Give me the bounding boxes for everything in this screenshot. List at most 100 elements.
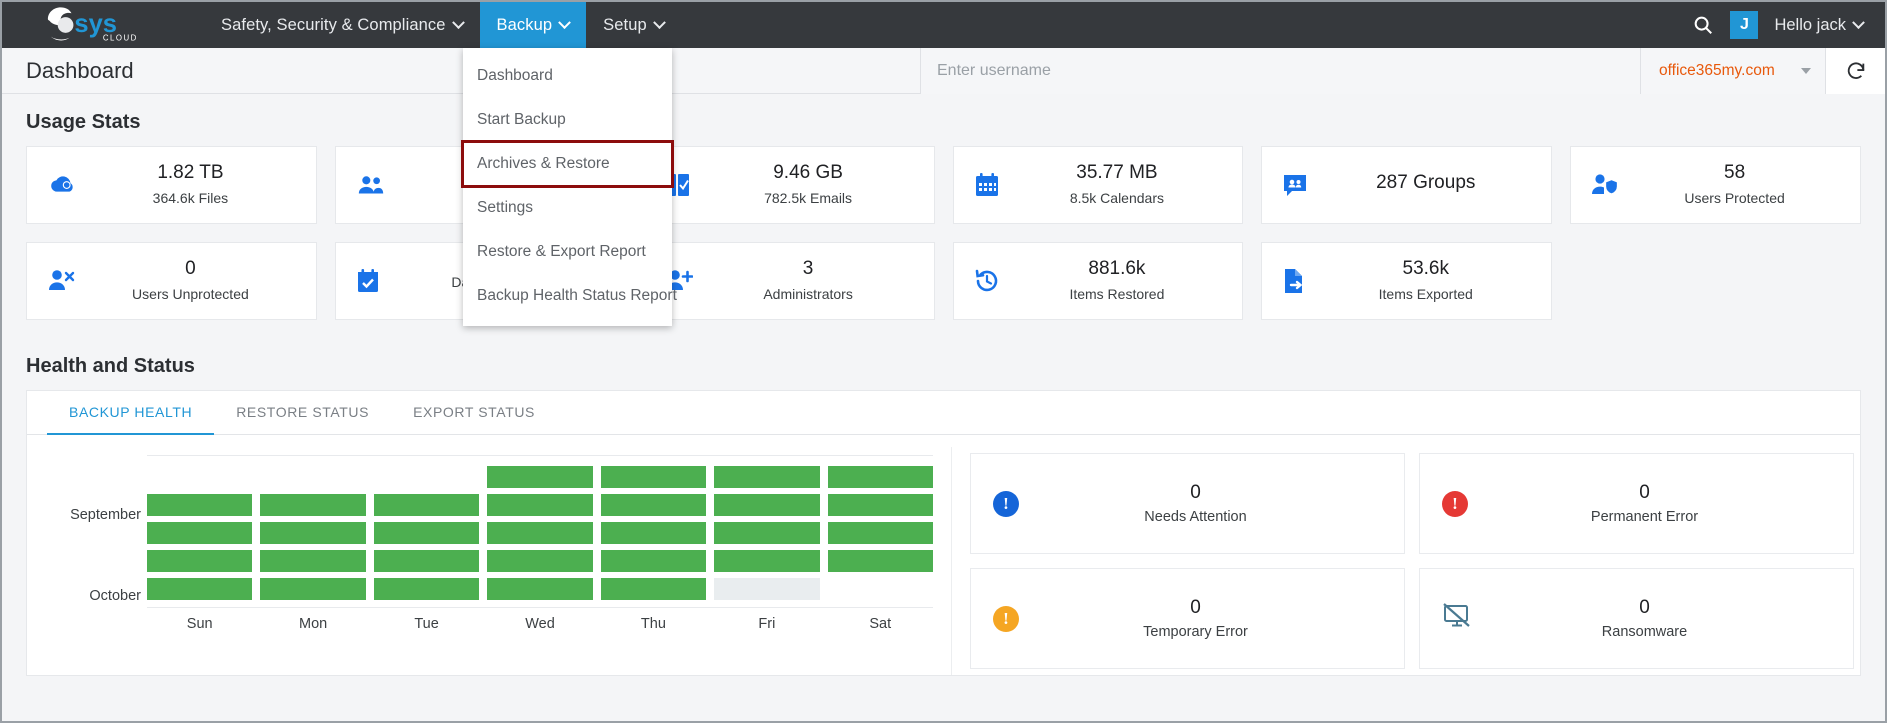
stat-card-calendars[interactable]: 35.77 MB 8.5k Calendars [952,146,1244,224]
status-value: 0 [1190,597,1201,618]
domain-select-value: office365my.com [1659,61,1775,79]
heatmap-cell[interactable] [260,550,366,572]
stat-label: 364.6k Files [152,190,229,207]
refresh-button[interactable] [1825,47,1885,94]
syscloud-logo[interactable]: sys CLOUD [2,2,152,48]
heatmap-cell[interactable] [714,550,820,572]
stat-text: 1.82 TB 364.6k Files [91,161,296,210]
tab-backup-health[interactable]: BACKUP HEALTH [47,391,215,435]
stat-card-administrators[interactable]: 3 Administrators [643,242,935,320]
heatmap-cell[interactable] [147,578,253,600]
status-text: 0 Permanent Error [1498,482,1831,525]
heatmap-cell[interactable] [600,578,707,600]
heatmap-cell[interactable] [487,466,593,488]
heatmap-day-label-tue: Tue [414,616,439,632]
heatmap-cell[interactable] [487,494,593,516]
heatmap-cell[interactable] [260,494,366,516]
status-card-ransomware[interactable]: 0 Ransomware [1419,568,1854,669]
menu-item-restore-export-report[interactable]: Restore & Export Report [463,230,672,274]
stat-card-emails[interactable]: 9.46 GB 782.5k Emails [643,146,935,224]
heatmap-cell[interactable] [827,494,933,516]
heatmap-cell[interactable] [828,578,933,600]
nav-item-backup[interactable]: Backup [479,2,587,48]
heatmap-day-label-sat: Sat [869,616,892,632]
heatmap-cell[interactable] [373,550,480,572]
heatmap-cell[interactable] [147,466,252,488]
heatmap-cell[interactable] [487,550,593,572]
heatmap-cell[interactable] [260,522,366,544]
status-card-permanent-error[interactable]: ! 0 Permanent Error [1419,453,1854,554]
heatmap-cell[interactable] [600,466,707,488]
heatmap-cell[interactable] [714,494,820,516]
menu-item-backup-health-status-report[interactable]: Backup Health Status Report [463,274,677,318]
heatmap-cell[interactable] [714,578,820,600]
status-card-needs-attention[interactable]: ! 0 Needs Attention [970,453,1405,554]
backup-health-heatmap: September October Sun Mon Tue Wed Thu Fr… [27,447,952,675]
nav-item-safety-security-compliance[interactable]: Safety, Security & Compliance [204,2,480,48]
stat-card-users-protected[interactable]: 58 Users Protected [1570,146,1861,224]
heatmap-cell[interactable] [600,494,707,516]
status-label: Needs Attention [1144,509,1247,525]
tab-export-status[interactable]: EXPORT STATUS [391,391,557,435]
heatmap-cell[interactable] [827,522,933,544]
heatmap-cell[interactable] [373,494,480,516]
stat-card-groups[interactable]: 287 Groups [1261,146,1553,224]
heatmap-cell[interactable] [600,522,707,544]
heatmap-cell[interactable] [147,494,253,516]
main-content: Usage Stats 1.82 TB 364.6k Files 9.46 GB… [2,94,1885,676]
user-menu[interactable]: Hello jack [1774,15,1865,35]
stat-card-storage[interactable]: 1.82 TB 364.6k Files [26,146,317,224]
heatmap-cell[interactable] [600,550,707,572]
chevron-down-icon [1852,15,1865,29]
status-value: 0 [1639,597,1650,618]
stat-value: 0 [185,257,196,279]
domain-select[interactable]: office365my.com [1640,47,1825,94]
status-text: 0 Ransomware [1498,597,1831,640]
heatmap-cell[interactable] [260,578,366,600]
health-status-cards: ! 0 Needs Attention ! 0 Permanent Error … [952,447,1860,675]
status-card-temporary-error[interactable]: ! 0 Temporary Error [970,568,1405,669]
heatmap-cell[interactable] [147,550,253,572]
menu-item-archives-restore[interactable]: Archives & Restore [461,140,674,188]
stat-value: 287 Groups [1376,172,1476,194]
heatmap-cell[interactable] [827,550,933,572]
stat-card-items-restored[interactable]: 881.6k Items Restored [952,242,1244,320]
health-tabs: BACKUP HEALTH RESTORE STATUS EXPORT STAT… [27,391,1860,435]
warning-badge-icon: ! [993,605,1049,632]
nav-item-setup[interactable]: Setup [586,2,681,48]
heatmap-cell[interactable] [487,578,593,600]
tab-restore-status[interactable]: RESTORE STATUS [214,391,391,435]
stat-value: 881.6k [1088,257,1146,279]
stat-card-items-exported[interactable]: 53.6k Items Exported [1261,242,1553,320]
heatmap-cell[interactable] [827,466,933,488]
heatmap-month-labels: September October [37,455,147,632]
heatmap-cell[interactable] [147,522,253,544]
stat-label: 8.5k Calendars [1069,190,1164,207]
search-input[interactable] [920,47,1640,94]
heatmap-cell[interactable] [373,578,480,600]
heatmap-cell[interactable] [260,466,365,488]
error-badge-icon: ! [1442,490,1498,517]
stat-label: 782.5k Emails [764,190,853,207]
heatmap-cell[interactable] [487,522,593,544]
menu-item-settings[interactable]: Settings [463,186,672,230]
file-export-icon [1282,268,1326,294]
menu-item-dashboard[interactable]: Dashboard [463,54,672,98]
avatar[interactable]: J [1730,11,1759,39]
sub-header: Dashboard office365my.com [2,47,1885,94]
backup-dropdown-menu: Dashboard Start Backup Archives & Restor… [461,48,677,326]
stat-text: 881.6k Items Restored [1018,257,1223,306]
top-navigation-bar: sys CLOUD Safety, Security & Compliance … [2,2,1885,48]
stat-card-users-unprotected[interactable]: 0 Users Unprotected [26,242,317,320]
stat-label: Administrators [763,286,853,303]
user-x-icon [47,268,91,294]
heatmap-day-label-mon: Mon [299,616,328,632]
chevron-down-icon [652,15,666,29]
search-icon[interactable] [1692,14,1714,36]
heatmap-cell[interactable] [714,522,820,544]
page-title: Dashboard [26,57,134,83]
heatmap-cell[interactable] [373,522,480,544]
menu-item-start-backup[interactable]: Start Backup [463,98,672,142]
heatmap-cell[interactable] [714,466,820,488]
heatmap-cell[interactable] [374,466,479,488]
